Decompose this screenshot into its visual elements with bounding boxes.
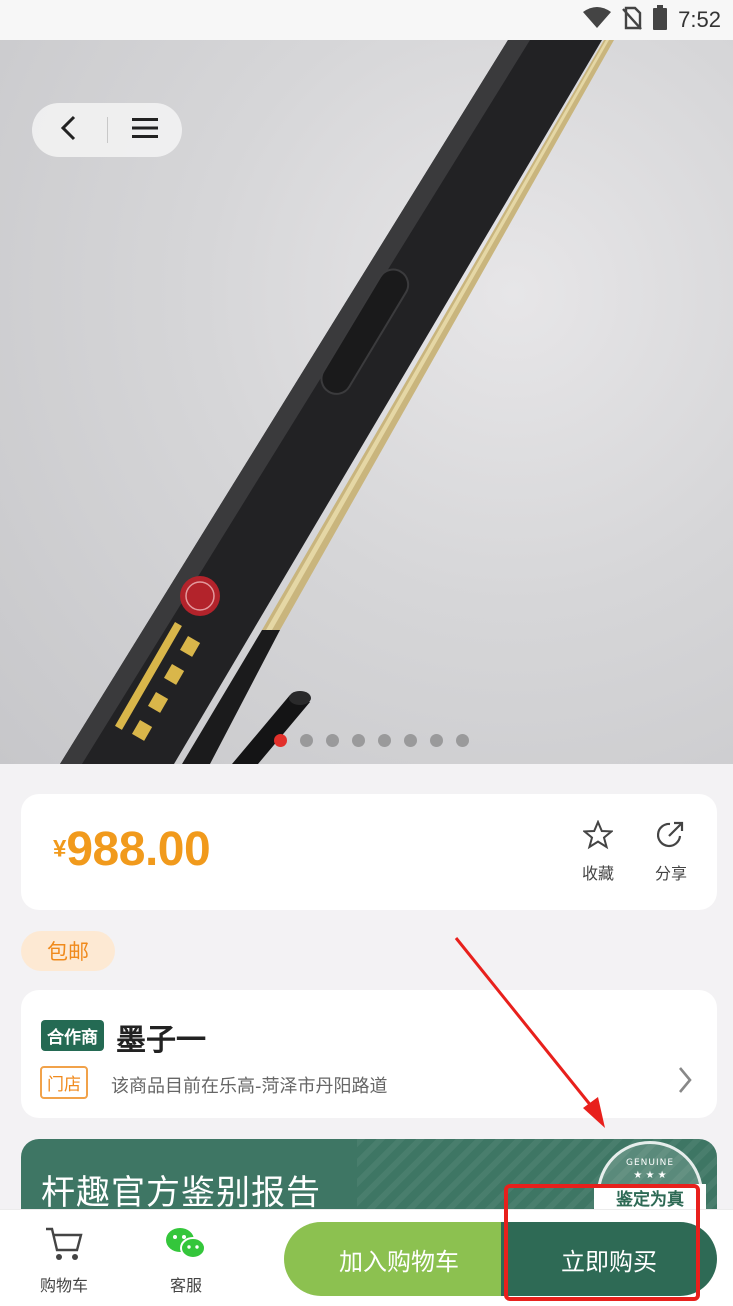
store-card[interactable]: 合作商 墨子一 门店 该商品目前在乐高-菏泽市丹阳路道 xyxy=(21,990,717,1118)
carousel-dot[interactable] xyxy=(274,734,287,747)
status-time: 7:52 xyxy=(678,7,721,32)
carousel-indicator xyxy=(0,734,733,747)
seal-word: GENUINE xyxy=(625,1158,675,1168)
partner-tag: 合作商 xyxy=(41,1020,104,1051)
star-icon xyxy=(581,819,615,854)
back-icon xyxy=(60,115,78,145)
price-currency: ¥ xyxy=(53,835,67,863)
price: ¥988.00 xyxy=(53,822,211,877)
wifi-icon xyxy=(582,6,612,34)
cart-tab-label: 购物车 xyxy=(39,1276,88,1295)
carousel-dot[interactable] xyxy=(352,734,365,747)
nav-pill xyxy=(32,103,182,157)
carousel-dot[interactable] xyxy=(430,734,443,747)
report-title: 杆趣官方鉴别报告 xyxy=(41,1173,321,1213)
chevron-right-icon xyxy=(677,1066,693,1098)
buy-now-button[interactable]: 立即购买 xyxy=(501,1222,717,1296)
carousel-dot[interactable] xyxy=(300,734,313,747)
bottom-action-bar: 购物车 客服 加入购物车 立即购买 xyxy=(0,1209,733,1306)
carousel-dot[interactable] xyxy=(326,734,339,747)
service-tab-label: 客服 xyxy=(169,1276,202,1295)
free-shipping-badge: 包邮 xyxy=(21,931,115,971)
carousel-dot[interactable] xyxy=(404,734,417,747)
add-to-cart-button[interactable]: 加入购物车 xyxy=(284,1222,514,1296)
menu-button[interactable] xyxy=(108,103,182,157)
battery-icon xyxy=(652,5,668,35)
store-name: 墨子一 xyxy=(116,1023,206,1058)
price-card: ¥988.00 收藏 分享 xyxy=(21,794,717,910)
status-bar: 7:52 xyxy=(0,0,733,40)
cart-icon xyxy=(44,1227,84,1266)
cart-tab[interactable]: 购物车 xyxy=(24,1226,104,1296)
seal-text: 鉴定为真 xyxy=(594,1184,706,1211)
share-icon xyxy=(656,821,686,854)
favorite-label: 收藏 xyxy=(581,864,614,883)
product-image-carousel[interactable] xyxy=(0,40,733,764)
carousel-dot[interactable] xyxy=(456,734,469,747)
share-button[interactable]: 分享 xyxy=(641,820,701,884)
customer-service-tab[interactable]: 客服 xyxy=(146,1226,226,1296)
seal-stars: ★ ★ ★ xyxy=(633,1170,667,1181)
wechat-icon xyxy=(165,1228,207,1266)
no-sim-icon xyxy=(622,6,643,34)
price-amount: 988.00 xyxy=(66,823,211,876)
back-button[interactable] xyxy=(32,103,106,157)
menu-icon xyxy=(132,117,158,143)
carousel-dot[interactable] xyxy=(378,734,391,747)
favorite-button[interactable]: 收藏 xyxy=(568,819,628,884)
shop-tag: 门店 xyxy=(40,1066,88,1099)
share-label: 分享 xyxy=(654,864,687,883)
store-location: 该商品目前在乐高-菏泽市丹阳路道 xyxy=(111,1076,388,1097)
